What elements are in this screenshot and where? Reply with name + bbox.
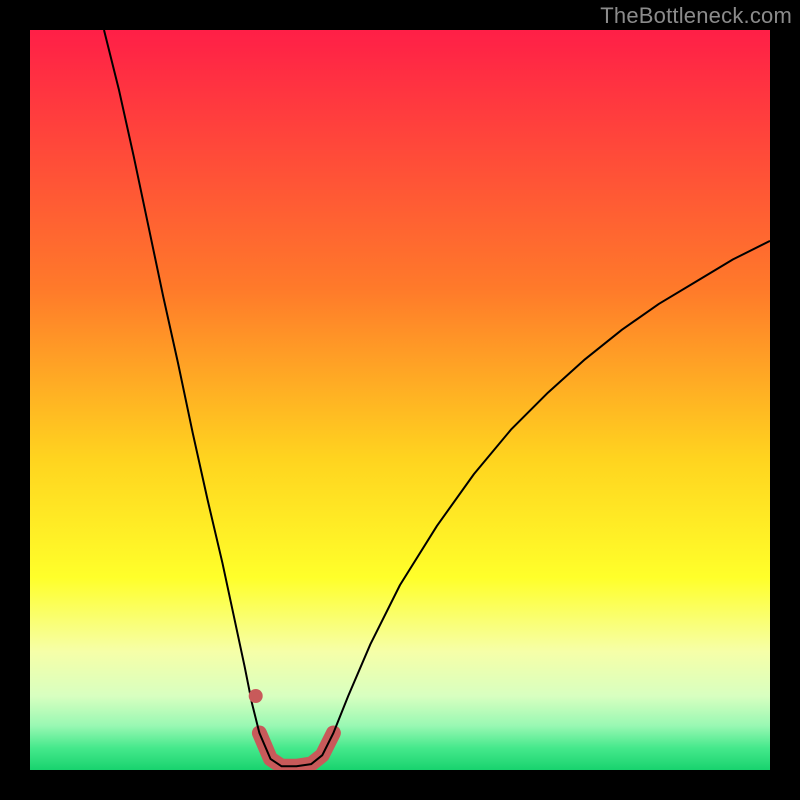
gradient-background xyxy=(30,30,770,770)
watermark-label: TheBottleneck.com xyxy=(600,3,792,29)
chart-plot-area xyxy=(30,30,770,770)
chart-svg xyxy=(30,30,770,770)
highlight-dot xyxy=(249,689,263,703)
chart-frame: TheBottleneck.com xyxy=(0,0,800,800)
marker-layer xyxy=(249,689,263,703)
